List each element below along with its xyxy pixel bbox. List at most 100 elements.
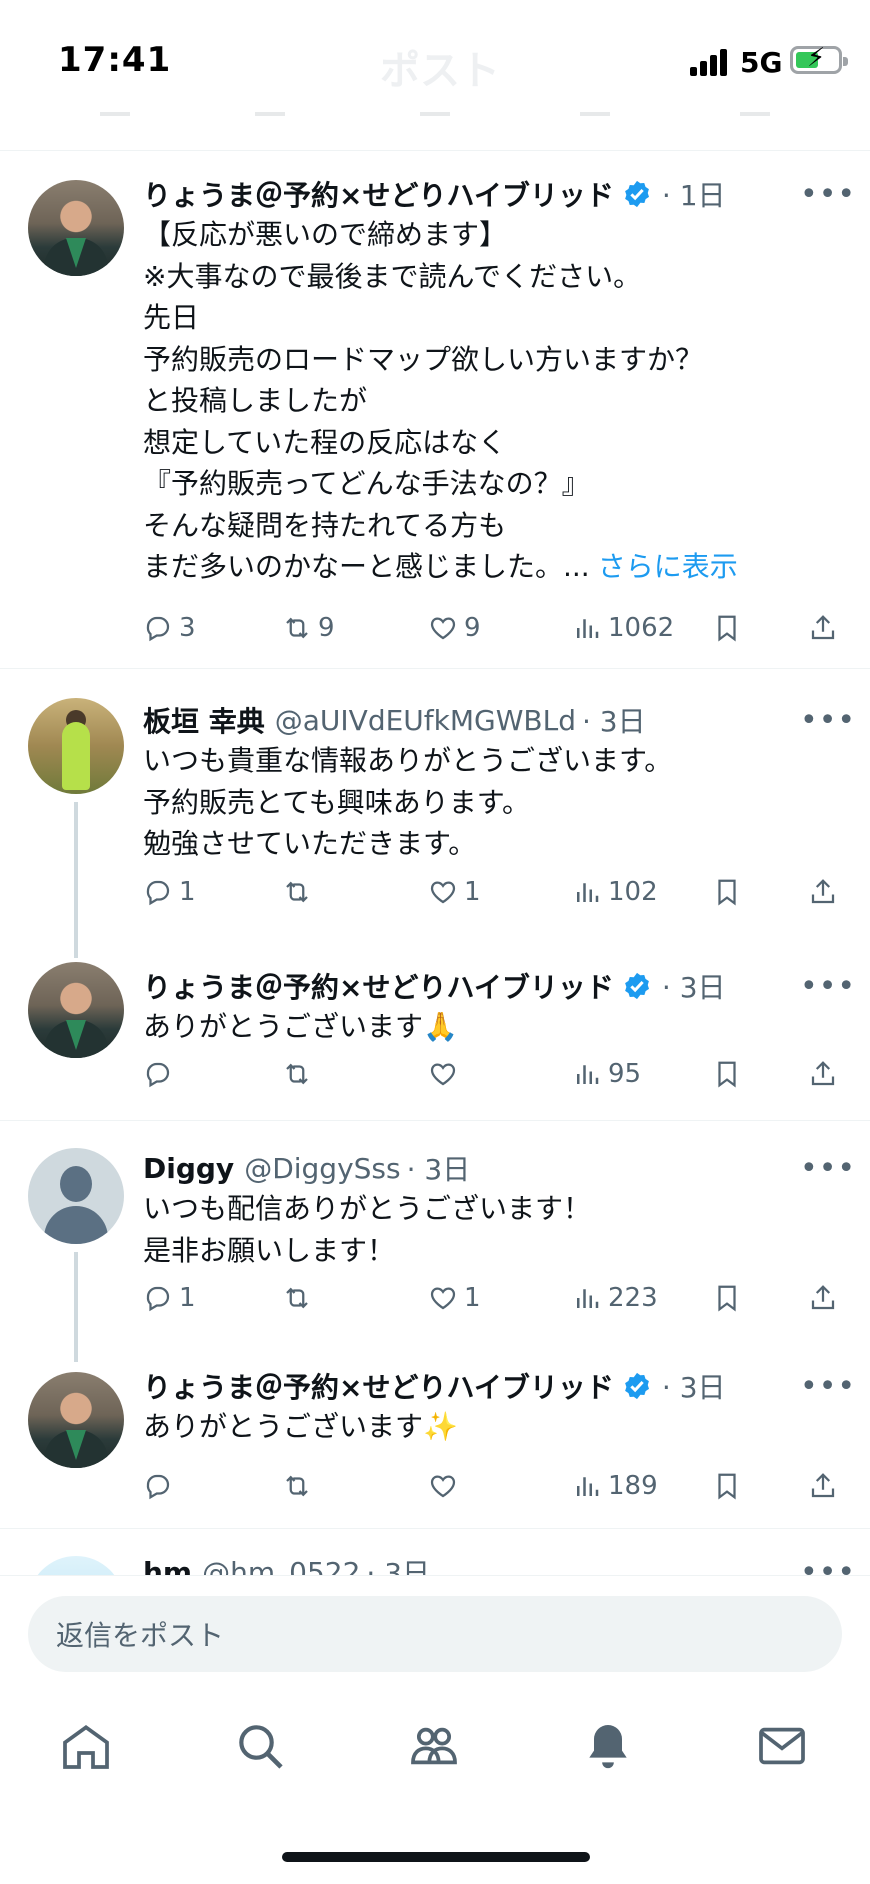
bookmark-button[interactable] (712, 1054, 748, 1094)
display-name[interactable]: りょうま＠予約×せどりハイブリッド (143, 174, 614, 214)
views-button[interactable]: 1062 (572, 608, 674, 648)
display-name[interactable]: りょうま＠予約×せどりハイブリッド (143, 966, 614, 1006)
bookmark-icon (718, 1285, 736, 1312)
more-icon[interactable]: ••• (800, 1552, 856, 1576)
views-icon (577, 1065, 599, 1084)
tweet-text: いつも貴重な情報ありがとうございます。 予約販売とても興味あります。 勉強させて… (143, 744, 673, 860)
views-button[interactable]: 95 (572, 1054, 641, 1094)
avatar[interactable] (28, 698, 124, 794)
user-handle[interactable]: @hm_0522 (202, 1556, 360, 1576)
reply-button[interactable] (143, 1054, 179, 1094)
divider (0, 1528, 870, 1529)
like-button[interactable] (428, 1466, 464, 1506)
like-button[interactable]: 9 (428, 608, 481, 648)
share-button[interactable] (808, 1054, 844, 1094)
retweet-button[interactable] (282, 1278, 318, 1318)
display-name[interactable]: hm (143, 1556, 192, 1576)
tweet-reply[interactable]: Diggy @DiggySss · 3日 ••• いつも配信ありがとうございます… (0, 1122, 870, 1362)
heart-icon (430, 1287, 456, 1310)
reply-feed[interactable]: りょうま＠予約×せどりハイブリッド · 1日 ••• 【反応が悪いので締めます】… (0, 150, 870, 1575)
tab-messages[interactable] (754, 1718, 810, 1774)
like-button[interactable] (428, 1054, 464, 1094)
network-label: 5G (740, 46, 783, 79)
retweet-button[interactable] (282, 1054, 318, 1094)
reply-button[interactable]: 3 (143, 608, 196, 648)
share-icon (811, 1061, 835, 1086)
more-icon[interactable]: ••• (800, 966, 856, 1006)
reply-button[interactable]: 1 (143, 872, 196, 912)
avatar[interactable] (28, 180, 124, 276)
heart-icon (430, 881, 456, 904)
share-button[interactable] (808, 1466, 844, 1506)
bookmark-button[interactable] (712, 1278, 748, 1318)
views-button[interactable]: 102 (572, 872, 658, 912)
bookmark-button[interactable] (712, 1466, 748, 1506)
tab-home[interactable] (58, 1718, 114, 1774)
tab-search[interactable] (232, 1718, 288, 1774)
avatar[interactable] (28, 1148, 124, 1244)
more-icon[interactable]: ••• (800, 1366, 856, 1406)
more-icon[interactable]: ••• (800, 174, 856, 214)
user-handle[interactable]: @aUIVdEUfkMGWBLd (275, 704, 576, 737)
status-bar: ポスト 17:41 5G ⚡ (0, 0, 870, 126)
share-button[interactable] (808, 872, 844, 912)
share-icon (811, 879, 835, 904)
share-icon (811, 615, 835, 640)
avatar[interactable] (28, 1556, 124, 1575)
views-icon (577, 1477, 599, 1496)
avatar[interactable] (28, 962, 124, 1058)
display-name[interactable]: りょうま＠予約×せどりハイブリッド (143, 1366, 614, 1406)
ghost-action-row (0, 96, 870, 126)
tweet-author-reply[interactable]: りょうま＠予約×せどりハイブリッド · 3日 ••• ありがとうございます🙏 9… (0, 940, 870, 1120)
avatar[interactable] (28, 1372, 124, 1468)
more-icon[interactable]: ••• (800, 1148, 856, 1188)
tweet-author-reply[interactable]: りょうま＠予約×せどりハイブリッド · 3日 ••• ありがとうございます✨ 1… (0, 1348, 870, 1528)
reply-icon (146, 1062, 170, 1088)
more-icon[interactable]: ••• (800, 700, 856, 740)
bookmark-icon (718, 1061, 736, 1088)
display-name[interactable]: Diggy (143, 1152, 234, 1185)
retweet-button[interactable] (282, 1466, 318, 1506)
retweet-button[interactable] (282, 872, 318, 912)
retweet-icon (286, 881, 308, 903)
heart-icon (430, 617, 456, 640)
like-button[interactable]: 1 (428, 872, 481, 912)
messages-icon (759, 1727, 805, 1765)
tweet-main[interactable]: りょうま＠予約×せどりハイブリッド · 1日 ••• 【反応が悪いので締めます】… (0, 150, 870, 670)
bookmark-button[interactable] (712, 872, 748, 912)
reply-input[interactable]: 返信をポスト (28, 1596, 842, 1672)
share-button[interactable] (808, 1278, 844, 1318)
post-time: · 3日 (581, 705, 646, 738)
show-more-link[interactable]: さらに表示 (598, 550, 738, 583)
user-handle[interactable]: @DiggySss (244, 1152, 400, 1185)
tweet-text: いつも配信ありがとうございます！ 是非お願いします！ (143, 1192, 592, 1267)
tab-communities[interactable] (406, 1718, 462, 1774)
post-time: · 3日 (661, 971, 726, 1004)
verified-badge-icon (625, 180, 649, 208)
bookmark-button[interactable] (712, 608, 748, 648)
bookmark-icon (718, 615, 736, 642)
tweet-actions: 1 1 223 (0, 1278, 870, 1318)
views-button[interactable]: 223 (572, 1278, 658, 1318)
tweet-reply[interactable]: hm @hm_0522 · 3日 ••• (0, 1530, 870, 1575)
notifications-icon (589, 1725, 627, 1769)
post-time: · 3日 (661, 1371, 726, 1404)
heart-icon (430, 1475, 456, 1498)
retweet-icon (286, 617, 308, 639)
retweet-button[interactable]: 9 (282, 608, 335, 648)
reply-button[interactable] (143, 1466, 179, 1506)
tab-notifications[interactable] (580, 1718, 636, 1774)
display-name[interactable]: 板垣 幸典 (143, 700, 265, 740)
tweet-header: 板垣 幸典 @aUIVdEUfkMGWBLd · 3日 (143, 700, 646, 740)
tweet-reply[interactable]: 板垣 幸典 @aUIVdEUfkMGWBLd · 3日 ••• いつも貴重な情報… (0, 670, 870, 958)
share-button[interactable] (808, 608, 844, 648)
share-icon (811, 1285, 835, 1310)
like-button[interactable]: 1 (428, 1278, 481, 1318)
reply-button[interactable]: 1 (143, 1278, 196, 1318)
views-button[interactable]: 189 (572, 1466, 658, 1506)
tweet-actions: 1 1 102 (0, 872, 870, 912)
heart-icon (430, 1063, 456, 1086)
post-time: · 1日 (661, 179, 726, 212)
tweet-text: 【反応が悪いので締めます】 ※大事なので最後まで読んでください。 先日 予約販売… (143, 218, 738, 583)
battery-icon: ⚡ (790, 45, 848, 74)
